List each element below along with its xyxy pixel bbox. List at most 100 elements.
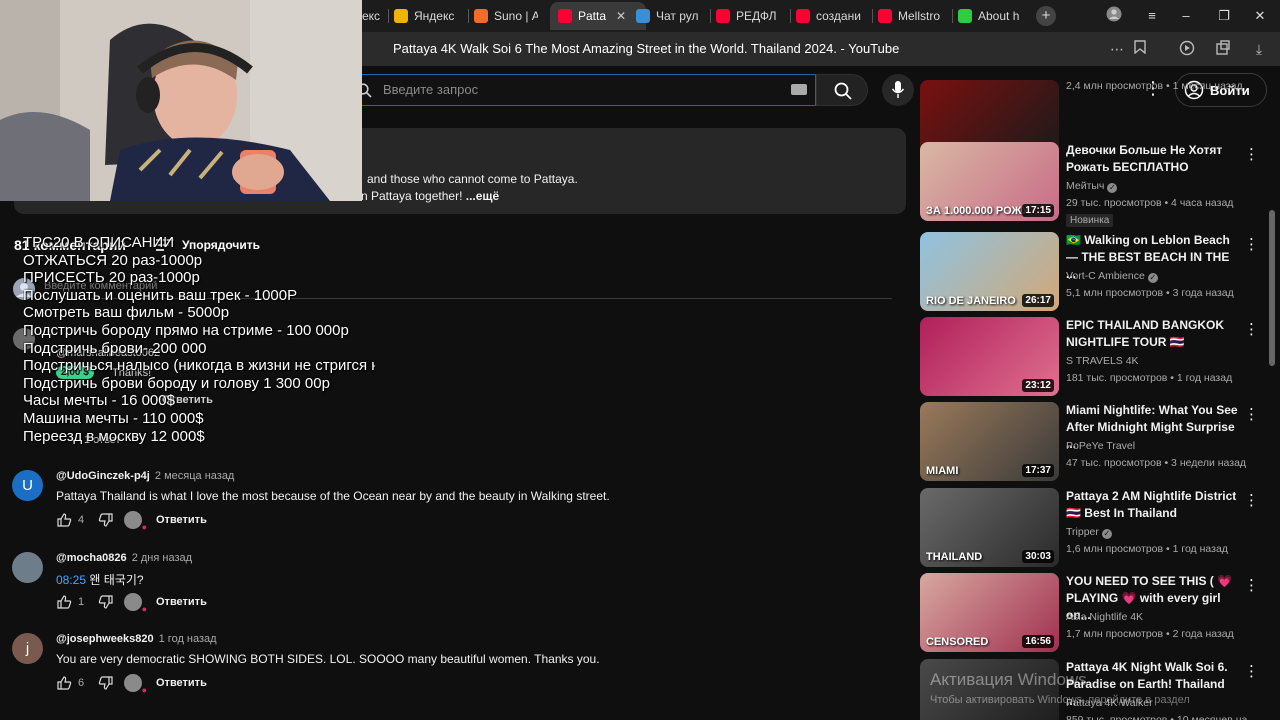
comment-body: Pattaya Thailand is what I love the most… [56,489,610,503]
comment-item: U @UdoGinczek-p4j 2 месяца назад Pattaya … [12,470,892,548]
channel-label[interactable]: Asia Nightlife 4K [1066,611,1143,623]
author-handle[interactable]: @UdoGinczek-p4j [56,470,150,482]
dislike-icon[interactable] [98,512,114,528]
search-button[interactable] [816,74,868,106]
overlay-line: Переезд в москву 12 000$ [23,427,205,445]
like-count: 1 [78,596,85,608]
channel-name[interactable]: Мейтыч ✓ [1066,180,1118,193]
tab-favicon-icon [796,9,810,23]
scrollbar-thumb[interactable] [1269,210,1275,366]
browser-tab[interactable]: Patta ✕ [550,2,646,30]
video-thumbnail[interactable]: THAILAND 30:03 [920,488,1059,567]
channel-name[interactable]: PoPeYe Travel [1066,440,1135,452]
channel-name[interactable]: S TRAVELS 4K [1066,355,1139,367]
browser-tab[interactable]: Mellstro [878,4,944,28]
video-thumbnail[interactable]: ЗА 1.000.000 РОЖУ 17:15 [920,142,1059,221]
video-thumbnail[interactable]: CENSORED 16:56 [920,573,1059,652]
browser-tab[interactable]: создани [796,4,862,28]
close-tab-icon[interactable]: ✕ [616,9,626,23]
verified-icon: ✓ [1107,183,1118,193]
scrollbar-track[interactable] [1268,70,1276,720]
more-options-icon[interactable]: ⋯ [1108,40,1126,58]
like-icon[interactable] [56,594,72,610]
channel-name[interactable]: Vort-C Ambience ✓ [1066,270,1158,283]
author-handle[interactable]: @mocha0826 [56,552,127,564]
video-menu-icon[interactable]: ⋮ [1244,237,1259,252]
webcam-overlay [0,0,362,201]
reply-button[interactable]: Ответить [156,596,207,608]
browser-tab[interactable]: Чат рул [636,4,702,28]
minimize-button[interactable]: – [1176,6,1196,26]
comment-author[interactable]: @UdoGinczek-p4j 2 месяца назад [56,470,234,482]
reply-button[interactable]: Ответить [156,677,207,689]
maximize-button[interactable]: ❐ [1214,6,1234,26]
browser-tab[interactable]: екс [362,4,386,28]
video-meta: 47 тыс. просмотров • 3 недели назад [1066,457,1247,469]
bookmark-icon[interactable] [1131,40,1149,58]
avatar[interactable]: U [12,470,43,501]
voice-search-button[interactable] [882,74,914,106]
tab-label: Suno | А [494,9,538,23]
video-thumbnail[interactable]: MIAMI 17:37 [920,402,1059,481]
show-more-link[interactable]: ...ещё [466,189,499,203]
recommended-video[interactable]: MIAMI 17:37 Miami Nightlife: What You See … [918,402,1262,482]
recommended-video[interactable]: THAILAND 30:03 Pattaya 2 AM Nightlife Dist… [918,488,1262,568]
channel-label[interactable]: Vort-C Ambience [1066,270,1145,282]
comment-author[interactable]: @josephweeks820 1 год назад [56,633,217,645]
browser-tab[interactable]: Suno | А [474,4,538,28]
timestamp-link[interactable]: 08:25 [56,573,86,587]
channel-label[interactable]: Tripper [1066,526,1099,538]
search-input[interactable]: Введите запрос [340,74,816,106]
browser-tab[interactable]: About h [958,4,1024,28]
comment-time[interactable]: 1 год назад [159,633,217,645]
video-menu-icon[interactable]: ⋮ [1244,664,1259,679]
tab-label: About h [978,9,1020,23]
channel-name[interactable]: Asia Nightlife 4K [1066,611,1143,623]
close-window-button[interactable]: ✕ [1250,6,1270,26]
recommended-video[interactable]: 23:12 EPIC THAILAND BANGKOK NIGHTLIFE TOU… [918,317,1262,397]
recommended-video[interactable]: RIO DE JANEIRO 26:17 🇧🇷 Walking on Leblon … [918,232,1262,312]
video-title[interactable]: EPIC THAILAND BANGKOK NIGHTLIFE TOUR 🇹🇭 [1066,317,1238,351]
browser-tab[interactable]: Яндекс [394,4,460,28]
video-thumbnail[interactable]: 23:12 [920,317,1059,396]
video-menu-icon[interactable]: ⋮ [1244,147,1259,162]
video-title[interactable]: Pattaya 2 AM Nightlife District 🇹🇭 Best … [1066,488,1238,522]
like-icon[interactable] [56,675,72,691]
video-menu-icon[interactable]: ⋮ [1244,578,1259,593]
avatar[interactable] [12,552,43,583]
video-menu-icon[interactable]: ⋮ [1244,407,1259,422]
dislike-icon[interactable] [98,675,114,691]
profile-icon[interactable] [1104,6,1124,26]
tab-favicon-icon [474,9,488,23]
channel-label[interactable]: PoPeYe Travel [1066,440,1135,452]
recommended-video[interactable]: CENSORED 16:56 YOU NEED TO SEE THIS ( 💗 PL… [918,573,1262,653]
channel-name[interactable]: Tripper ✓ [1066,526,1112,539]
screenshot-icon[interactable] [1178,40,1196,58]
comment-author[interactable]: @mocha0826 2 дня назад [56,552,192,564]
like-icon[interactable] [56,512,72,528]
reply-button[interactable]: Ответить [156,514,207,526]
download-icon[interactable]: ⤓ [1250,40,1268,58]
tab-separator [388,9,389,23]
extensions-icon[interactable] [1214,40,1232,58]
thumbnail-caption: CENSORED [926,636,989,648]
video-thumbnail[interactable]: RIO DE JANEIRO 26:17 [920,232,1059,311]
keyboard-icon[interactable] [791,84,807,95]
collections-icon[interactable]: ≡ [1142,6,1162,26]
recommended-video[interactable]: ЗА 1.000.000 РОЖУ 17:15 Девочки Больше Не … [918,142,1262,227]
new-tab-button[interactable]: + [1036,6,1056,26]
channel-label[interactable]: Мейтыч [1066,180,1104,192]
comment-time[interactable]: 2 дня назад [132,552,192,564]
video-meta: 1,7 млн просмотров • 2 года назад [1066,628,1234,640]
tab-favicon-icon [558,9,572,23]
browser-tab[interactable]: РЕДФЛ [716,4,782,28]
video-title[interactable]: Девочки Больше Не Хотят Рожать БЕСПЛАТНО [1066,142,1238,176]
video-menu-icon[interactable]: ⋮ [1244,322,1259,337]
avatar[interactable]: j [12,633,43,664]
author-handle[interactable]: @josephweeks820 [56,633,154,645]
video-menu-icon[interactable]: ⋮ [1244,493,1259,508]
channel-label[interactable]: S TRAVELS 4K [1066,355,1139,367]
comment-time[interactable]: 2 месяца назад [155,470,234,482]
tab-label: РЕДФЛ [736,9,777,23]
dislike-icon[interactable] [98,594,114,610]
